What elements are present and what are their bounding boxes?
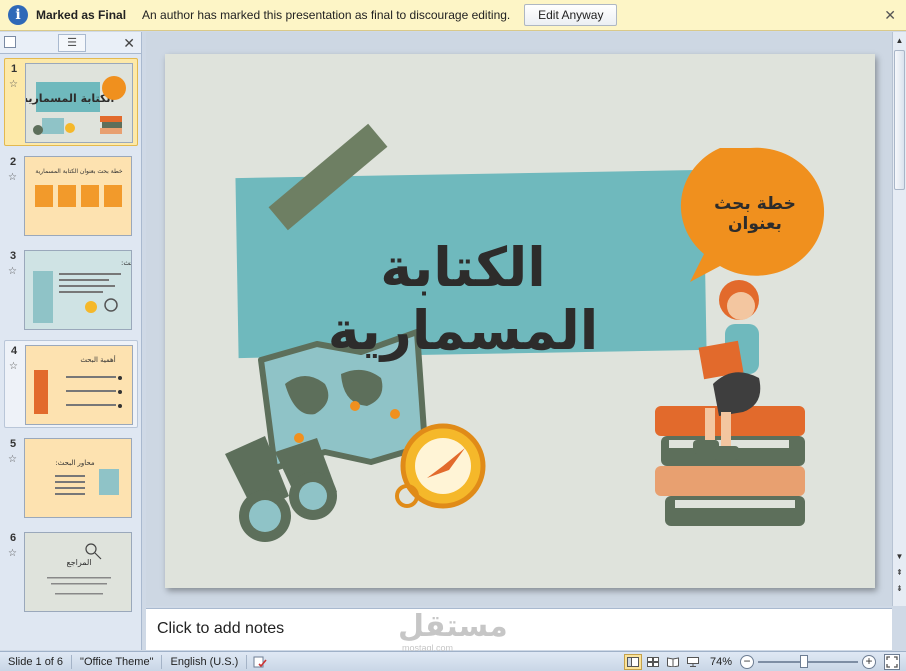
slide-number: 1 <box>11 63 18 75</box>
fit-window-icon <box>886 656 898 668</box>
preview-title: المراجع <box>66 558 91 567</box>
slide-thumbnail-1[interactable]: 1 ☆ الكتابة المسمارية <box>4 58 138 146</box>
star-icon: ☆ <box>9 79 18 90</box>
binoculars <box>225 436 337 542</box>
slide-counter: Slide 1 of 6 <box>0 654 73 669</box>
scroll-up-icon[interactable]: ▲ <box>893 34 906 48</box>
theme-name[interactable]: "Office Theme" <box>72 654 163 669</box>
vertical-scrollbar[interactable]: ▲ ▼ ⇞ ⇟ <box>892 32 906 606</box>
slides-panel: ☰ ✕ 1 ☆ الكتابة المسمارية 2 ☆ خطة بحث بع… <box>0 32 142 650</box>
slide-preview: خطة بحث بعنوان الكتابة المسمارية <box>24 156 132 236</box>
slide-preview: الكتابة المسمارية <box>25 63 133 143</box>
preview-title: الكتابة المسمارية <box>26 92 114 105</box>
close-icon[interactable]: ✕ <box>884 7 896 24</box>
slide-number: 5 <box>10 438 17 450</box>
zoom-slider[interactable] <box>758 655 858 668</box>
star-icon: ☆ <box>8 172 17 183</box>
slide-show-icon <box>686 657 699 667</box>
scroll-down-icon[interactable]: ▼ <box>893 550 906 564</box>
slide-number: 2 <box>10 156 17 168</box>
zoom-slider-thumb[interactable] <box>800 655 808 668</box>
slide-editor: الكتابة المسمارية خطة بحث بعنوان <box>146 32 892 606</box>
preview-title: أهداف البحث: <box>121 258 132 267</box>
slide-preview: محاور البحث: <box>24 438 132 518</box>
zoom-in-button[interactable]: + <box>862 655 876 669</box>
slide-thumbnail-3[interactable]: 3 ☆ أهداف البحث: <box>4 246 138 334</box>
close-icon[interactable]: ✕ <box>123 35 135 52</box>
star-icon: ☆ <box>8 548 17 559</box>
star-icon: ☆ <box>9 361 18 372</box>
watermark-logo: مستقل <box>398 609 508 644</box>
message-bar: i Marked as Final An author has marked t… <box>0 0 906 31</box>
notes-placeholder[interactable]: Click to add notes <box>157 620 284 638</box>
notes-pane[interactable]: Click to add notes مستقل mostaql.com <box>146 608 892 653</box>
spelling-check-icon[interactable] <box>253 655 267 669</box>
slide-thumbnail-2[interactable]: 2 ☆ خطة بحث بعنوان الكتابة المسمارية <box>4 152 138 240</box>
status-bar: Slide 1 of 6 "Office Theme" English (U.S… <box>0 651 906 671</box>
zoom-out-button[interactable]: − <box>740 655 754 669</box>
slide-preview: أهداف البحث: <box>24 250 132 330</box>
info-icon: i <box>8 5 28 25</box>
slide-show-button[interactable] <box>684 654 702 670</box>
preview-title: أهمية البحث <box>80 355 115 364</box>
preview-title: محاور البحث: <box>55 459 95 467</box>
edit-anyway-button[interactable]: Edit Anyway <box>524 4 618 26</box>
reading-view-button[interactable] <box>664 654 682 670</box>
next-slide-icon[interactable]: ⇟ <box>893 582 906 596</box>
current-slide[interactable]: الكتابة المسمارية خطة بحث بعنوان <box>165 54 875 588</box>
panel-tabs: ☰ ✕ <box>0 32 141 54</box>
star-icon: ☆ <box>8 454 17 465</box>
message-text: An author has marked this presentation a… <box>142 8 511 22</box>
reading-view-icon <box>666 657 679 667</box>
slide-thumbnail-6[interactable]: 6 ☆ المراجع <box>4 528 138 616</box>
slide-subtitle[interactable]: خطة بحث بعنوان <box>687 194 823 234</box>
slide-number: 3 <box>10 250 17 262</box>
slide-thumbnail-4[interactable]: 4 ☆ أهمية البحث <box>4 340 138 428</box>
slide-sorter-icon <box>646 657 659 667</box>
normal-view-icon <box>626 657 639 667</box>
slide-title[interactable]: الكتابة المسمارية <box>243 236 683 362</box>
slide-thumbnail-5[interactable]: 5 ☆ محاور البحث: <box>4 434 138 522</box>
slide-sorter-button[interactable] <box>644 654 662 670</box>
message-title: Marked as Final <box>36 8 127 22</box>
slide-number: 4 <box>11 345 18 357</box>
preview-title: خطة بحث بعنوان الكتابة المسمارية <box>35 168 122 175</box>
slide-number: 6 <box>10 532 17 544</box>
slide-preview: أهمية البحث <box>25 345 133 425</box>
previous-slide-icon[interactable]: ⇞ <box>893 566 906 580</box>
scroll-thumb[interactable] <box>894 50 905 190</box>
tab-slides[interactable] <box>4 36 16 48</box>
normal-view-button[interactable] <box>623 654 642 670</box>
language[interactable]: English (U.S.) <box>162 654 248 669</box>
tab-outline[interactable]: ☰ <box>58 34 86 52</box>
star-icon: ☆ <box>8 266 17 277</box>
slide-preview: المراجع <box>24 532 132 612</box>
status-right: 74% − + <box>623 652 906 671</box>
fit-to-window-button[interactable] <box>884 654 900 670</box>
zoom-level[interactable]: 74% <box>710 656 732 668</box>
